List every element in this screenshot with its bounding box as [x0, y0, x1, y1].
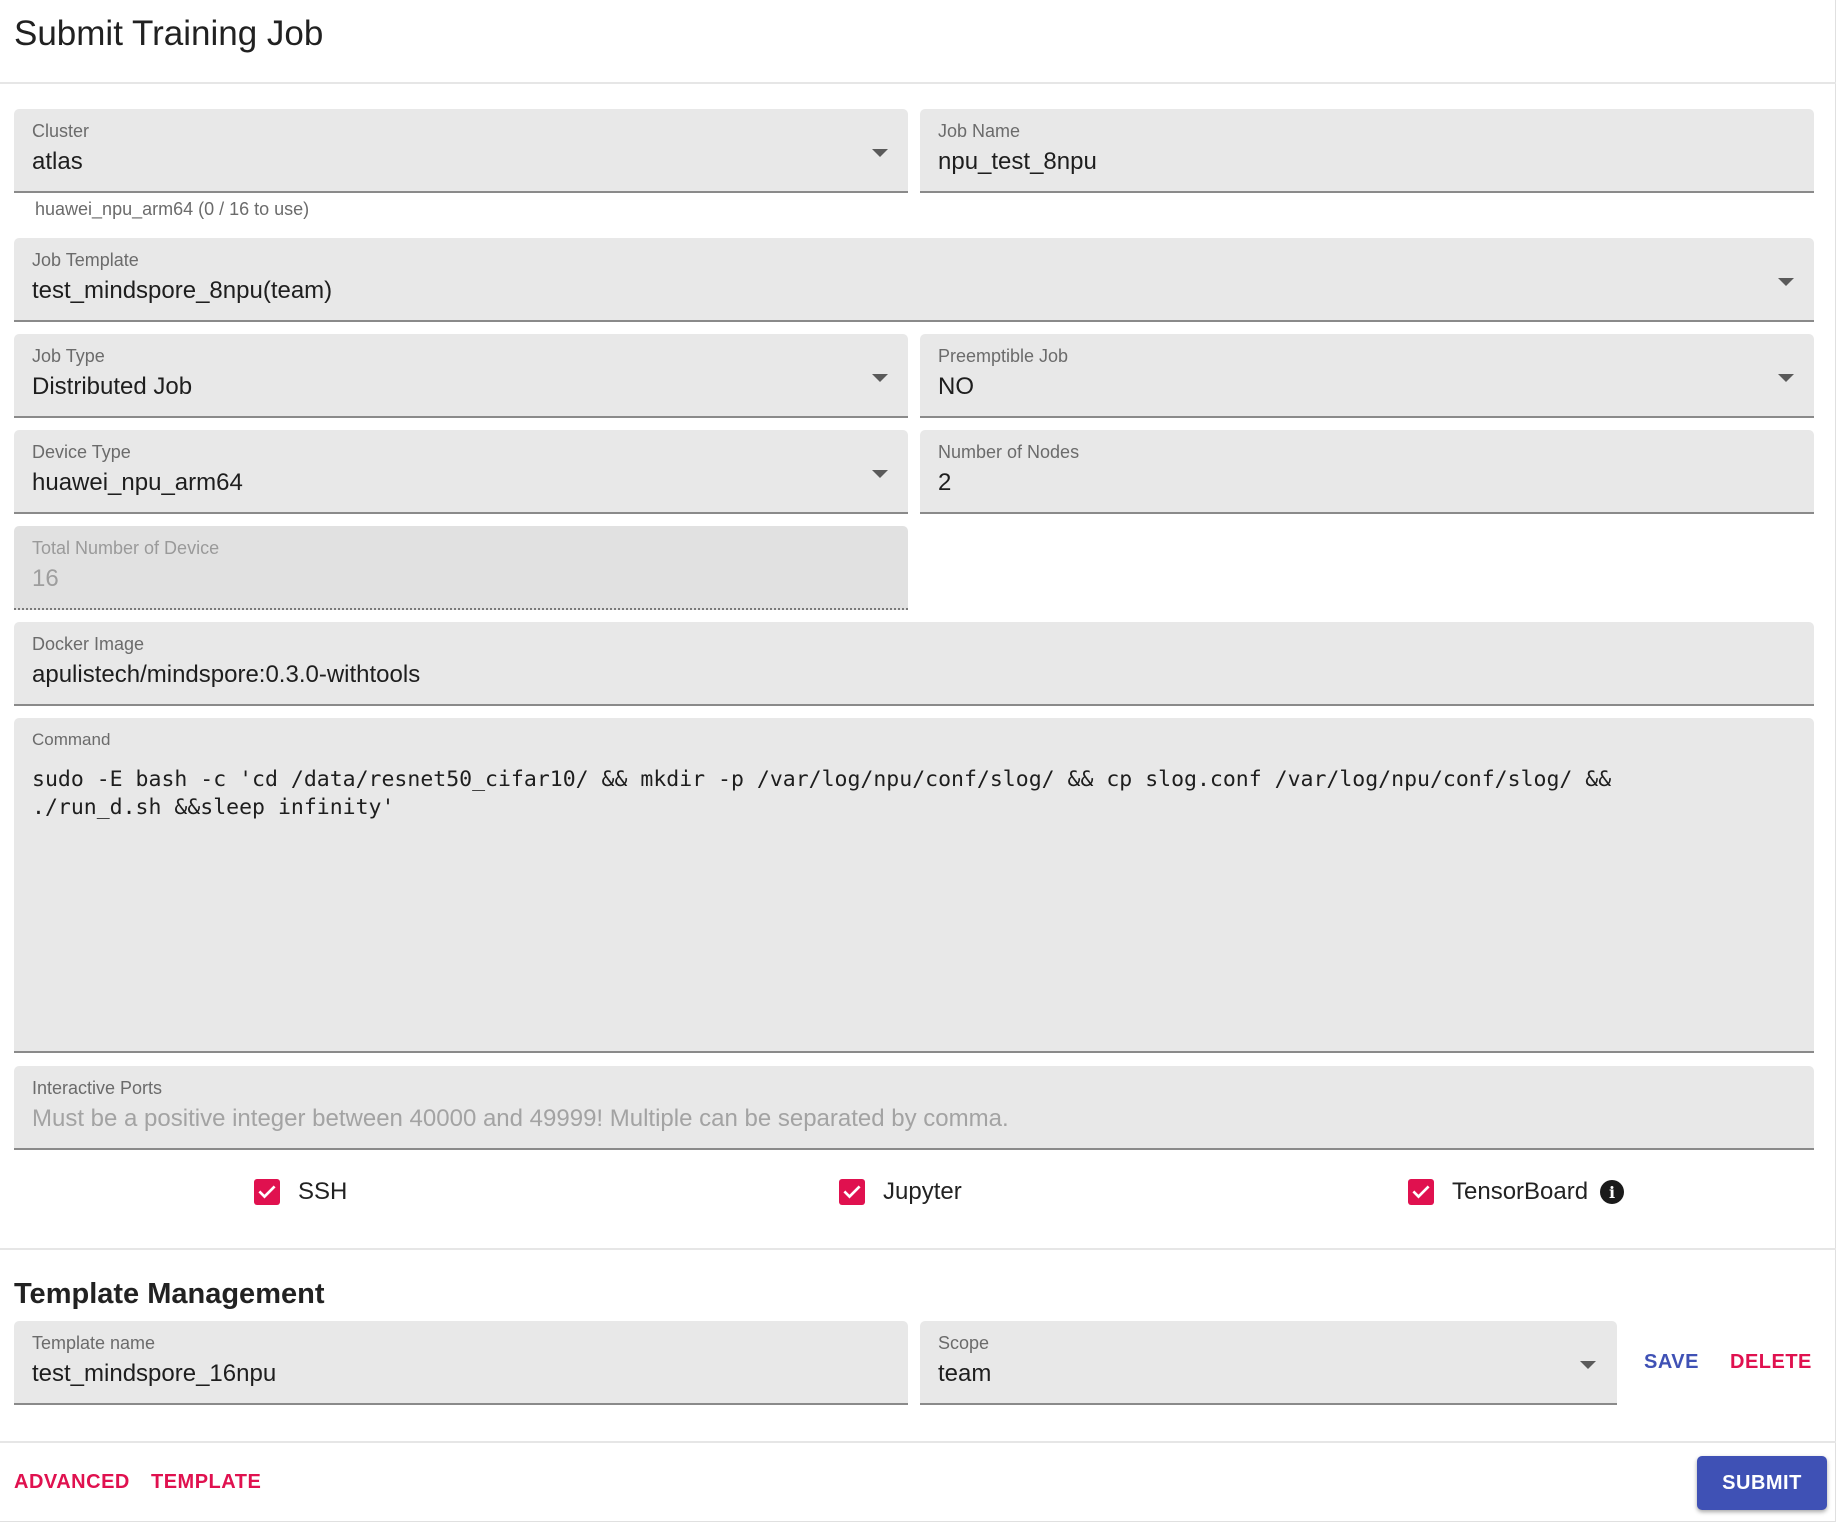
jupyter-checkbox[interactable] [839, 1179, 865, 1205]
scope-value: team [938, 1360, 992, 1387]
footer-divider [0, 1441, 1836, 1443]
interactive-ports-label: Interactive Ports [32, 1078, 163, 1098]
submit-training-job-page: Submit Training Job Cluster atlas huawei… [0, 0, 1836, 1522]
docker-image-label: Docker Image [32, 634, 145, 654]
device-type-select[interactable]: Device Type huawei_npu_arm64 [14, 430, 908, 514]
check-icon [843, 1185, 861, 1199]
number-of-nodes-value: 2 [938, 469, 952, 496]
number-of-nodes-field[interactable]: Number of Nodes 2 [920, 430, 1814, 514]
jupyter-label: Jupyter [883, 1178, 962, 1205]
template-management-title: Template Management [14, 1278, 325, 1310]
device-type-value: huawei_npu_arm64 [32, 469, 243, 496]
total-devices-field: Total Number of Device 16 [14, 526, 908, 610]
preemptible-job-label: Preemptible Job [938, 346, 1069, 366]
command-label: Command [32, 730, 111, 749]
advanced-button[interactable]: ADVANCED [14, 1471, 130, 1494]
job-name-field[interactable]: Job Name npu_test_8npu [920, 109, 1814, 193]
cluster-select[interactable]: Cluster atlas [14, 109, 908, 193]
scope-select[interactable]: Scope team [920, 1321, 1617, 1405]
check-icon [258, 1185, 276, 1199]
template-name-label: Template name [32, 1333, 156, 1353]
ssh-checkbox-row[interactable]: SSH [254, 1176, 347, 1208]
ssh-checkbox[interactable] [254, 1179, 280, 1205]
job-template-select[interactable]: Job Template test_mindspore_8npu(team) [14, 238, 1814, 322]
docker-image-field[interactable]: Docker Image apulistech/mindspore:0.3.0-… [14, 622, 1814, 706]
job-type-label: Job Type [32, 346, 105, 366]
template-name-field[interactable]: Template name test_mindspore_16npu [14, 1321, 908, 1405]
save-template-button[interactable]: SAVE [1644, 1351, 1699, 1374]
check-icon [1412, 1185, 1430, 1199]
job-type-value: Distributed Job [32, 373, 193, 400]
jupyter-checkbox-row[interactable]: Jupyter [839, 1176, 962, 1208]
tensorboard-label: TensorBoard [1452, 1178, 1589, 1205]
number-of-nodes-label: Number of Nodes [938, 442, 1080, 462]
ssh-label: SSH [298, 1178, 348, 1205]
chevron-down-icon [1778, 278, 1794, 286]
preemptible-job-select[interactable]: Preemptible Job NO [920, 334, 1814, 418]
interactive-ports-field[interactable]: Interactive Ports Must be a positive int… [14, 1066, 1814, 1150]
command-textarea[interactable]: Command sudo -E bash -c 'cd /data/resnet… [14, 718, 1814, 1053]
header-divider [0, 82, 1836, 84]
job-template-value: test_mindspore_8npu(team) [32, 277, 333, 304]
interactive-ports-placeholder: Must be a positive integer between 40000… [32, 1105, 1009, 1132]
tensorboard-checkbox-row[interactable]: TensorBoard i [1408, 1176, 1625, 1208]
total-devices-value: 16 [32, 565, 59, 592]
section-divider [0, 1248, 1836, 1250]
job-template-label: Job Template [32, 250, 139, 270]
template-button[interactable]: TEMPLATE [151, 1471, 261, 1494]
chevron-down-icon [872, 149, 888, 157]
scope-label: Scope [938, 1333, 990, 1353]
device-type-label: Device Type [32, 442, 131, 462]
job-type-select[interactable]: Job Type Distributed Job [14, 334, 908, 418]
docker-image-value: apulistech/mindspore:0.3.0-withtools [32, 661, 421, 688]
submit-button[interactable]: SUBMIT [1697, 1456, 1827, 1510]
chevron-down-icon [872, 470, 888, 478]
chevron-down-icon [872, 374, 888, 382]
page-title: Submit Training Job [14, 14, 324, 53]
cluster-label: Cluster [32, 121, 90, 141]
tensorboard-checkbox[interactable] [1408, 1179, 1434, 1205]
chevron-down-icon [1580, 1361, 1596, 1369]
cluster-value: atlas [32, 148, 83, 175]
info-icon[interactable]: i [1600, 1180, 1625, 1204]
command-value: sudo -E bash -c 'cd /data/resnet50_cifar… [32, 767, 1625, 820]
preemptible-job-value: NO [938, 373, 974, 400]
job-name-value: npu_test_8npu [938, 148, 1097, 175]
cluster-helper-text: huawei_npu_arm64 (0 / 16 to use) [35, 199, 310, 219]
total-devices-label: Total Number of Device [32, 538, 220, 558]
chevron-down-icon [1778, 374, 1794, 382]
delete-template-button[interactable]: DELETE [1730, 1351, 1812, 1374]
template-name-value: test_mindspore_16npu [32, 1360, 277, 1387]
job-name-label: Job Name [938, 121, 1021, 141]
